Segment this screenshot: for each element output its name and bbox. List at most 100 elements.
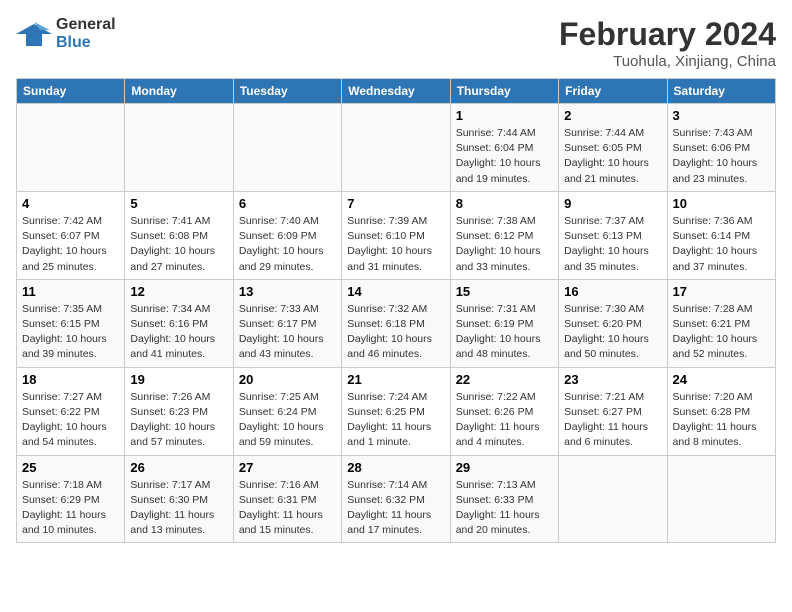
calendar-cell: 25 Sunrise: 7:18 AM Sunset: 6:29 PM Dayli… [17,455,125,543]
day-number: 4 [22,196,119,211]
day-info: Sunrise: 7:32 AM Sunset: 6:18 PM Dayligh… [347,302,444,363]
calendar-cell: 1Sunrise: 7:44 AM Sunset: 6:04 PM Daylig… [450,104,558,192]
day-number: 3 [673,108,770,123]
column-header-sunday: Sunday [17,79,125,104]
day-info: Sunrise: 7:40 AM Sunset: 6:09 PM Dayligh… [239,214,336,275]
calendar-cell: 27 Sunrise: 7:16 AM Sunset: 6:31 PM Dayli… [233,455,341,543]
day-number: 5 [130,196,227,211]
calendar-cell: 5 Sunrise: 7:41 AM Sunset: 6:08 PM Daylig… [125,191,233,279]
day-info: Sunrise: 7:16 AM Sunset: 6:31 PM Dayligh… [239,478,336,539]
day-info: Sunrise: 7:34 AM Sunset: 6:16 PM Dayligh… [130,302,227,363]
day-number: 9 [564,196,661,211]
calendar-week-row: 18Sunrise: 7:27 AM Sunset: 6:22 PM Dayli… [17,367,776,455]
calendar-cell [233,104,341,192]
calendar-cell: 12 Sunrise: 7:34 AM Sunset: 6:16 PM Dayli… [125,279,233,367]
day-info: Sunrise: 7:21 AM Sunset: 6:27 PM Dayligh… [564,390,661,451]
day-number: 23 [564,372,661,387]
logo: General Blue [16,16,116,52]
day-info: Sunrise: 7:14 AM Sunset: 6:32 PM Dayligh… [347,478,444,539]
column-header-thursday: Thursday [450,79,558,104]
calendar-cell: 4 Sunrise: 7:42 AM Sunset: 6:07 PM Daylig… [17,191,125,279]
day-number: 20 [239,372,336,387]
day-info: Sunrise: 7:38 AM Sunset: 6:12 PM Dayligh… [456,214,553,275]
day-number: 27 [239,460,336,475]
calendar-cell [342,104,450,192]
day-number: 25 [22,460,119,475]
calendar-cell: 8 Sunrise: 7:38 AM Sunset: 6:12 PM Daylig… [450,191,558,279]
day-info: Sunrise: 7:30 AM Sunset: 6:20 PM Dayligh… [564,302,661,363]
calendar-cell: 24 Sunrise: 7:20 AM Sunset: 6:28 PM Dayli… [667,367,775,455]
calendar-cell: 10 Sunrise: 7:36 AM Sunset: 6:14 PM Dayli… [667,191,775,279]
calendar-week-row: 4 Sunrise: 7:42 AM Sunset: 6:07 PM Daylig… [17,191,776,279]
day-info: Sunrise: 7:22 AM Sunset: 6:26 PM Dayligh… [456,390,553,451]
day-number: 28 [347,460,444,475]
column-header-monday: Monday [125,79,233,104]
logo-text: General Blue [56,16,116,52]
day-info: Sunrise: 7:41 AM Sunset: 6:08 PM Dayligh… [130,214,227,275]
day-number: 15 [456,284,553,299]
day-number: 16 [564,284,661,299]
day-number: 6 [239,196,336,211]
day-number: 2 [564,108,661,123]
day-info: Sunrise: 7:28 AM Sunset: 6:21 PM Dayligh… [673,302,770,363]
logo-icon [16,20,52,48]
calendar-cell [667,455,775,543]
calendar-cell: 18Sunrise: 7:27 AM Sunset: 6:22 PM Dayli… [17,367,125,455]
calendar-cell: 9 Sunrise: 7:37 AM Sunset: 6:13 PM Daylig… [559,191,667,279]
calendar-cell: 11Sunrise: 7:35 AM Sunset: 6:15 PM Dayli… [17,279,125,367]
column-header-friday: Friday [559,79,667,104]
day-info: Sunrise: 7:26 AM Sunset: 6:23 PM Dayligh… [130,390,227,451]
calendar-cell [17,104,125,192]
calendar-cell: 20Sunrise: 7:25 AM Sunset: 6:24 PM Dayli… [233,367,341,455]
calendar-cell: 13Sunrise: 7:33 AM Sunset: 6:17 PM Dayli… [233,279,341,367]
day-number: 10 [673,196,770,211]
day-number: 13 [239,284,336,299]
header: General Blue February 2024 Tuohula, Xinj… [16,16,776,70]
day-info: Sunrise: 7:44 AM Sunset: 6:05 PM Dayligh… [564,126,661,187]
day-info: Sunrise: 7:35 AM Sunset: 6:15 PM Dayligh… [22,302,119,363]
calendar-cell: 17Sunrise: 7:28 AM Sunset: 6:21 PM Dayli… [667,279,775,367]
day-info: Sunrise: 7:31 AM Sunset: 6:19 PM Dayligh… [456,302,553,363]
calendar-cell: 21 Sunrise: 7:24 AM Sunset: 6:25 PM Dayli… [342,367,450,455]
day-info: Sunrise: 7:39 AM Sunset: 6:10 PM Dayligh… [347,214,444,275]
calendar-cell: 22 Sunrise: 7:22 AM Sunset: 6:26 PM Dayli… [450,367,558,455]
calendar-week-row: 11Sunrise: 7:35 AM Sunset: 6:15 PM Dayli… [17,279,776,367]
day-number: 22 [456,372,553,387]
day-info: Sunrise: 7:43 AM Sunset: 6:06 PM Dayligh… [673,126,770,187]
calendar-cell: 16 Sunrise: 7:30 AM Sunset: 6:20 PM Dayli… [559,279,667,367]
calendar-cell: 14 Sunrise: 7:32 AM Sunset: 6:18 PM Dayli… [342,279,450,367]
day-info: Sunrise: 7:18 AM Sunset: 6:29 PM Dayligh… [22,478,119,539]
day-info: Sunrise: 7:42 AM Sunset: 6:07 PM Dayligh… [22,214,119,275]
day-info: Sunrise: 7:37 AM Sunset: 6:13 PM Dayligh… [564,214,661,275]
calendar-title: February 2024 [559,16,776,53]
day-number: 29 [456,460,553,475]
column-header-wednesday: Wednesday [342,79,450,104]
calendar-table: SundayMondayTuesdayWednesdayThursdayFrid… [16,78,776,543]
calendar-cell: 29Sunrise: 7:13 AM Sunset: 6:33 PM Dayli… [450,455,558,543]
calendar-cell: 23 Sunrise: 7:21 AM Sunset: 6:27 PM Dayli… [559,367,667,455]
day-info: Sunrise: 7:20 AM Sunset: 6:28 PM Dayligh… [673,390,770,451]
day-number: 19 [130,372,227,387]
calendar-cell [125,104,233,192]
calendar-cell: 7 Sunrise: 7:39 AM Sunset: 6:10 PM Daylig… [342,191,450,279]
calendar-cell: 2 Sunrise: 7:44 AM Sunset: 6:05 PM Daylig… [559,104,667,192]
day-number: 7 [347,196,444,211]
day-number: 14 [347,284,444,299]
day-number: 1 [456,108,553,123]
day-number: 24 [673,372,770,387]
day-number: 21 [347,372,444,387]
calendar-cell: 28 Sunrise: 7:14 AM Sunset: 6:32 PM Dayli… [342,455,450,543]
day-info: Sunrise: 7:27 AM Sunset: 6:22 PM Dayligh… [22,390,119,451]
calendar-cell [559,455,667,543]
day-info: Sunrise: 7:24 AM Sunset: 6:25 PM Dayligh… [347,390,444,451]
calendar-cell: 26Sunrise: 7:17 AM Sunset: 6:30 PM Dayli… [125,455,233,543]
column-header-tuesday: Tuesday [233,79,341,104]
calendar-header-row: SundayMondayTuesdayWednesdayThursdayFrid… [17,79,776,104]
calendar-cell: 6 Sunrise: 7:40 AM Sunset: 6:09 PM Daylig… [233,191,341,279]
day-number: 12 [130,284,227,299]
title-area: February 2024 Tuohula, Xinjiang, China [559,16,776,70]
day-info: Sunrise: 7:36 AM Sunset: 6:14 PM Dayligh… [673,214,770,275]
column-header-saturday: Saturday [667,79,775,104]
calendar-week-row: 25 Sunrise: 7:18 AM Sunset: 6:29 PM Dayli… [17,455,776,543]
day-number: 8 [456,196,553,211]
